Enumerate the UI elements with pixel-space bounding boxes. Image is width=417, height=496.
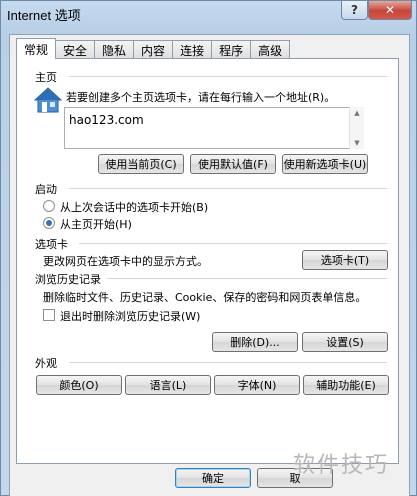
use-new-tab-button[interactable]: 使用新选项卡(U) bbox=[282, 154, 368, 174]
use-default-button[interactable]: 使用默认值(F) bbox=[190, 154, 276, 174]
accessibility-button[interactable]: 辅助功能(E) bbox=[303, 375, 389, 395]
window-title: Internet 选项 bbox=[7, 8, 81, 23]
help-button[interactable]: ? bbox=[341, 1, 368, 20]
tab-programs[interactable]: 程序 bbox=[211, 40, 252, 59]
tab-general[interactable]: 常规 bbox=[16, 38, 57, 59]
home-divider bbox=[69, 76, 387, 77]
tabs-settings-button[interactable]: 选项卡(T) bbox=[302, 250, 388, 270]
home-section-label: 主页 bbox=[35, 71, 57, 84]
home-url-scrollbar[interactable]: ▲ ▼ bbox=[349, 107, 364, 149]
tabs-divider bbox=[79, 243, 387, 244]
home-url-value: hao123.com bbox=[69, 113, 144, 127]
startup-divider bbox=[69, 188, 387, 189]
home-url-textarea[interactable]: hao123.com bbox=[64, 107, 364, 149]
radio-home-page[interactable] bbox=[43, 217, 55, 229]
delete-on-exit-label: 退出时删除浏览历史记录(W) bbox=[60, 310, 201, 323]
tab-connections[interactable]: 连接 bbox=[172, 40, 213, 59]
tab-privacy[interactable]: 隐私 bbox=[94, 40, 135, 59]
window-frame: Internet 选项 ? ✕ 常规 安全 隐私 内容 连接 程序 高级 主页 bbox=[0, 0, 417, 496]
scroll-down-icon: ▼ bbox=[354, 139, 360, 147]
use-current-button[interactable]: 使用当前页(C) bbox=[98, 154, 184, 174]
ok-button[interactable]: 确定 bbox=[175, 468, 251, 488]
tabs-section-label: 选项卡 bbox=[35, 238, 68, 251]
history-divider bbox=[107, 278, 387, 279]
startup-section-label: 启动 bbox=[35, 183, 57, 196]
dialog-body: 常规 安全 隐私 内容 连接 程序 高级 主页 若要创建多个主页选项卡，请在每行… bbox=[9, 34, 410, 496]
close-icon: ✕ bbox=[384, 3, 396, 17]
delete-history-button[interactable]: 删除(D)... bbox=[212, 332, 298, 352]
tabs-description: 更改网页在选项卡中的显示方式。 bbox=[43, 255, 208, 268]
house-icon bbox=[33, 87, 63, 113]
tab-strip: 常规 安全 隐私 内容 连接 程序 高级 bbox=[16, 38, 291, 59]
close-button[interactable]: ✕ bbox=[368, 1, 412, 20]
radio-last-session[interactable] bbox=[43, 200, 55, 212]
help-icon: ? bbox=[351, 3, 358, 17]
watermark-text: 软件技巧 bbox=[293, 453, 390, 478]
history-description: 删除临时文件、历史记录、Cookie、保存的密码和网页表单信息。 bbox=[43, 291, 367, 304]
radio-last-session-label: 从上次会话中的选项卡开始(B) bbox=[60, 201, 209, 214]
radio-home-page-label: 从主页开始(H) bbox=[60, 218, 132, 231]
colors-button[interactable]: 颜色(O) bbox=[36, 375, 122, 395]
fonts-button[interactable]: 字体(N) bbox=[214, 375, 300, 395]
tab-advanced[interactable]: 高级 bbox=[250, 40, 291, 59]
home-description: 若要创建多个主页选项卡，请在每行输入一个地址(R)。 bbox=[66, 91, 336, 104]
appearance-section-label: 外观 bbox=[35, 357, 57, 370]
delete-on-exit-checkbox[interactable] bbox=[43, 309, 55, 321]
tab-security[interactable]: 安全 bbox=[55, 40, 96, 59]
languages-button[interactable]: 语言(L) bbox=[125, 375, 211, 395]
history-section-label: 浏览历史记录 bbox=[35, 273, 101, 286]
tab-content[interactable]: 内容 bbox=[133, 40, 174, 59]
general-tab-page: 主页 若要创建多个主页选项卡，请在每行输入一个地址(R)。 hao123.com… bbox=[16, 58, 399, 464]
scroll-up-icon: ▲ bbox=[354, 109, 360, 117]
history-settings-button[interactable]: 设置(S) bbox=[302, 332, 388, 352]
appearance-divider bbox=[69, 362, 387, 363]
